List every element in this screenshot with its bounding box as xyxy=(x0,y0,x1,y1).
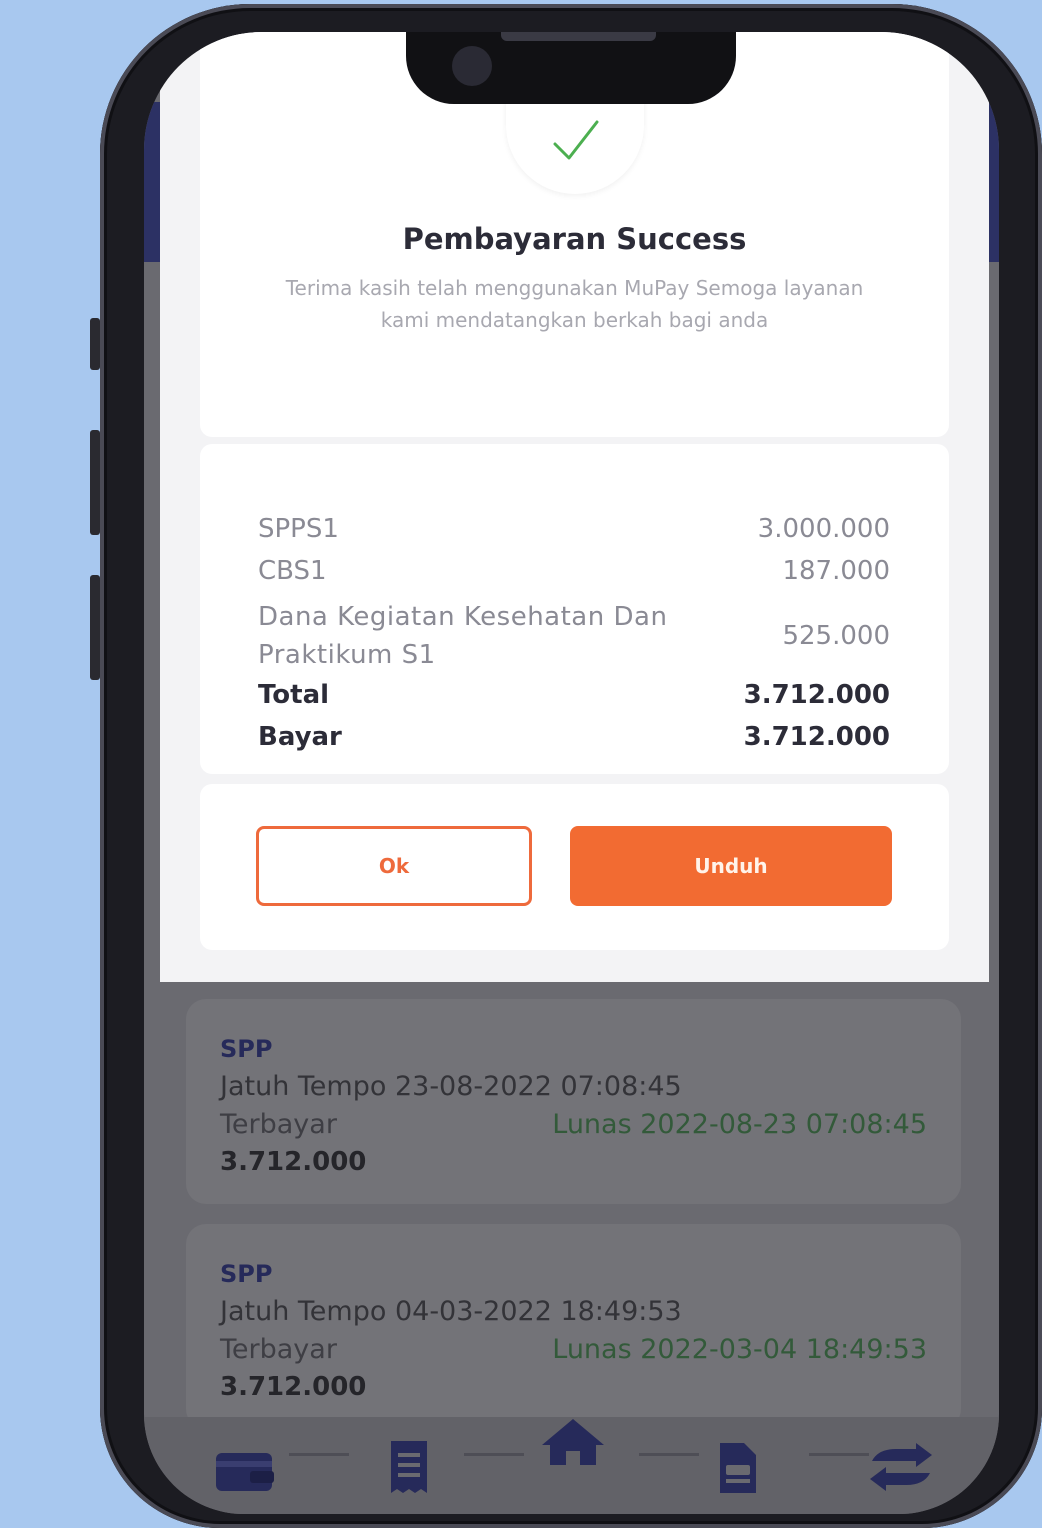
ok-button[interactable]: Ok xyxy=(256,826,532,906)
payment-due-date: Jatuh Tempo 04-03-2022 18:49:53 xyxy=(220,1296,682,1327)
payment-amount: 3.712.000 xyxy=(220,1147,367,1177)
silent-switch xyxy=(90,318,100,370)
nav-divider xyxy=(809,1453,869,1456)
phone-screen: Pembayaran Success Terima kasih telah me… xyxy=(144,32,999,1514)
front-camera xyxy=(452,46,492,86)
bayar-amount: 3.712.000 xyxy=(743,722,890,752)
payment-amount: 3.712.000 xyxy=(220,1372,367,1402)
detail-row: SPPS1 3.000.000 xyxy=(258,514,890,544)
payment-name: SPP xyxy=(220,1260,273,1288)
home-icon[interactable] xyxy=(540,1417,606,1467)
detail-row: Dana Kegiatan Kesehatan Dan Praktikum S1… xyxy=(258,598,890,674)
modal-actions-card: Ok Unduh xyxy=(200,784,949,950)
payment-history-item[interactable]: SPP Jatuh Tempo 23-08-2022 07:08:45 Terb… xyxy=(186,999,961,1204)
modal-subtitle: Terima kasih telah menggunakan MuPay Sem… xyxy=(285,276,864,332)
check-icon xyxy=(553,120,599,160)
transfer-icon[interactable] xyxy=(866,1443,936,1491)
nav-divider xyxy=(464,1453,524,1456)
detail-label: SPPS1 xyxy=(258,514,339,544)
payment-details-card: SPPS1 3.000.000 CBS1 187.000 Dana Kegiat… xyxy=(200,444,949,774)
payment-paid-label: Terbayar xyxy=(220,1109,337,1140)
total-label: Total xyxy=(258,680,330,710)
nav-divider xyxy=(289,1453,349,1456)
bottom-navigation xyxy=(144,1417,999,1514)
total-amount: 3.712.000 xyxy=(743,680,890,710)
payment-paid-status: Lunas 2022-03-04 18:49:53 xyxy=(552,1334,927,1365)
detail-amount: 525.000 xyxy=(782,621,890,651)
bayar-label: Bayar xyxy=(258,722,342,752)
detail-label: Dana Kegiatan Kesehatan Dan Praktikum S1 xyxy=(258,602,668,670)
modal-title: Pembayaran Success xyxy=(402,222,747,256)
payment-history-item[interactable]: SPP Jatuh Tempo 04-03-2022 18:49:53 Terb… xyxy=(186,1224,961,1429)
detail-row: CBS1 187.000 xyxy=(258,556,890,586)
payment-due-date: Jatuh Tempo 23-08-2022 07:08:45 xyxy=(220,1071,682,1102)
volume-up-button xyxy=(90,430,100,535)
payment-paid-label: Terbayar xyxy=(220,1334,337,1365)
detail-amount: 3.000.000 xyxy=(757,514,890,544)
volume-down-button xyxy=(90,575,100,680)
download-button[interactable]: Unduh xyxy=(570,826,892,906)
notch xyxy=(406,32,736,104)
receipt-icon[interactable] xyxy=(387,1439,431,1495)
bayar-row: Bayar 3.712.000 xyxy=(258,722,890,752)
detail-label: CBS1 xyxy=(258,556,327,586)
speaker xyxy=(501,32,656,41)
document-icon[interactable] xyxy=(716,1441,760,1495)
wallet-icon[interactable] xyxy=(214,1447,276,1495)
total-row: Total 3.712.000 xyxy=(258,680,890,710)
detail-amount: 187.000 xyxy=(782,556,890,586)
nav-divider xyxy=(639,1453,699,1456)
phone-frame: Pembayaran Success Terima kasih telah me… xyxy=(100,4,1042,1528)
payment-success-modal: Pembayaran Success Terima kasih telah me… xyxy=(160,32,989,982)
payment-name: SPP xyxy=(220,1035,273,1063)
payment-paid-status: Lunas 2022-08-23 07:08:45 xyxy=(552,1109,927,1140)
